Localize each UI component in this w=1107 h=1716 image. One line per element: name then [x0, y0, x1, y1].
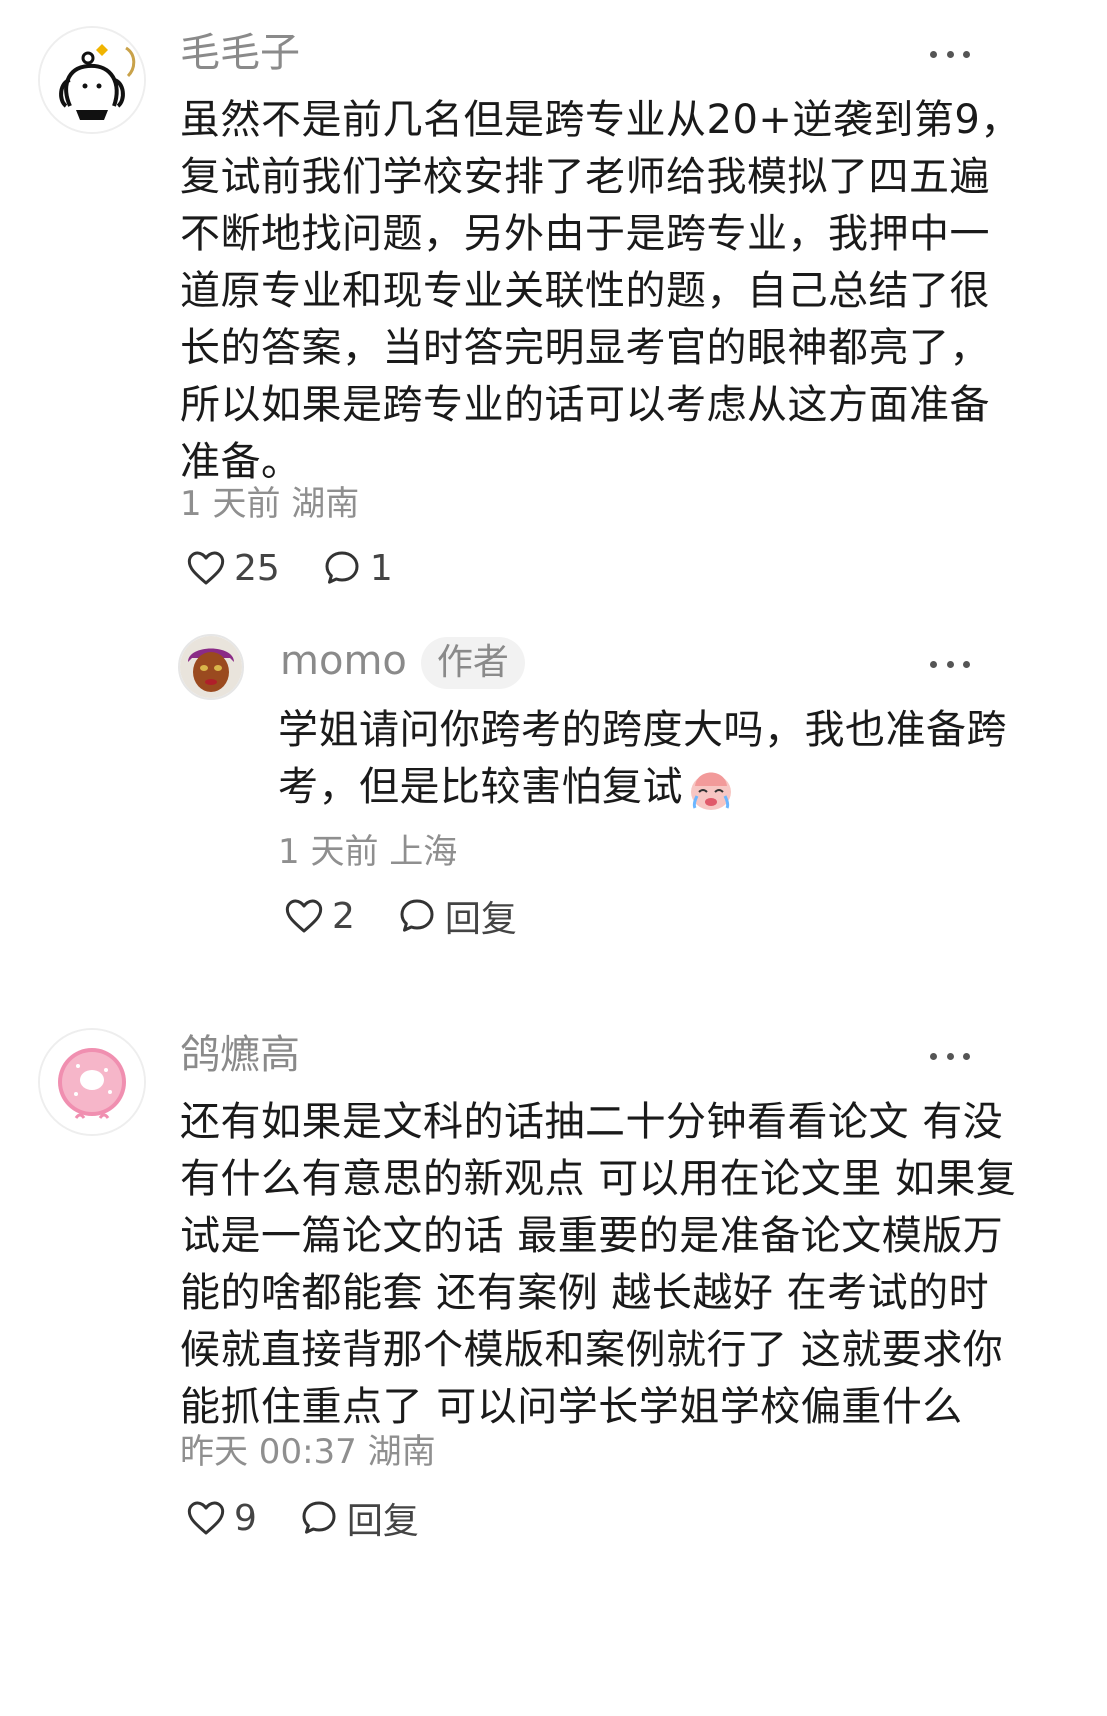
username-text: momo: [280, 638, 407, 684]
author-badge: 作者: [420, 637, 525, 689]
reply-button[interactable]: 回复: [397, 890, 517, 942]
heart-icon: [285, 899, 323, 933]
comment-actions: 2 回复: [284, 892, 559, 940]
avatar[interactable]: [178, 634, 244, 700]
comment-text-line: 学姐请问你跨考的跨度大吗，我也准备跨: [278, 707, 1007, 753]
like-button[interactable]: 9: [186, 1498, 257, 1539]
like-count: 2: [332, 895, 355, 937]
comment-text-line: 复试前我们学校安排了老师给我模拟了四五遍: [180, 154, 990, 200]
like-button[interactable]: 25: [186, 548, 280, 589]
username[interactable]: 毛毛子: [180, 28, 300, 78]
comment-text-line: 长的答案，当时答完明显考官的眼神都亮了，: [180, 325, 990, 371]
comment-text-line: 道原专业和现专业关联性的题，自己总结了很: [180, 268, 990, 314]
more-options-icon[interactable]: [930, 1050, 970, 1062]
comment-meta: 1 天前 上海: [278, 832, 458, 872]
comment-text-line: 还有如果是文科的话抽二十分钟看看论文 有没: [180, 1099, 1004, 1145]
cartoon-dog-avatar-icon: [40, 28, 144, 132]
reply-count: 1: [369, 547, 393, 589]
comment-text-line: 候就直接背那个模版和案例就行了 这就要求你: [180, 1327, 1004, 1373]
avatar[interactable]: [38, 26, 146, 134]
comment-actions: 25 1: [186, 544, 435, 592]
reply-label: 回复: [346, 1501, 419, 1542]
like-button[interactable]: 2: [284, 896, 355, 937]
username[interactable]: momo 作者: [280, 636, 525, 689]
comment-text-line: 考，但是比较害怕复试: [278, 759, 1007, 816]
more-options-icon[interactable]: [930, 658, 970, 670]
comment-text-line: 能抓住重点了 可以问学长学姐学校偏重什么: [180, 1384, 963, 1430]
more-options-icon[interactable]: [930, 48, 970, 60]
like-count: 25: [234, 547, 280, 589]
comment-text-span: 考，但是比较害怕复试: [278, 764, 683, 810]
pink-donut-avatar-icon: [40, 1030, 144, 1134]
portrait-avatar-icon: [180, 636, 242, 698]
comment-actions: 9 回复: [186, 1494, 461, 1542]
comment-text-line: 所以如果是跨专业的话可以考虑从这方面准备: [180, 382, 990, 428]
comment-text: 虽然不是前几名但是跨专业从20+逆袭到第9， 复试前我们学校安排了老师给我模拟了…: [180, 92, 1021, 491]
comment-meta: 1 天前 湖南: [180, 484, 360, 524]
reply-label: 回复: [444, 899, 517, 940]
comment-bubble-icon: [325, 551, 359, 584]
comment-bubble-icon: [400, 899, 434, 932]
like-count: 9: [234, 1497, 257, 1539]
comment-text-line: 虽然不是前几名但是跨专业从20+逆袭到第9，: [180, 97, 1021, 143]
comment-text-line: 试是一篇论文的话 最重要的是准备论文模版万: [180, 1213, 1004, 1259]
comment-bubble-icon: [302, 1501, 336, 1534]
comment-text-line: 有什么有意思的新观点 可以用在论文里 如果复: [180, 1156, 1017, 1202]
username[interactable]: 鸽爊高: [180, 1030, 300, 1080]
comment-text-line: 能的啥都能套 还有案例 越长越好 在考试的时: [180, 1270, 990, 1316]
avatar[interactable]: [38, 1028, 146, 1136]
reply-button[interactable]: 回复: [299, 1492, 419, 1544]
heart-icon: [187, 551, 225, 585]
comment-text-line: 不断地找问题，另外由于是跨专业，我押中一: [180, 211, 990, 257]
crying-face-emoji-icon: [691, 772, 731, 810]
heart-icon: [187, 1501, 225, 1535]
comment-meta: 昨天 00:37 湖南: [180, 1432, 436, 1472]
comment-text: 学姐请问你跨考的跨度大吗，我也准备跨 考，但是比较害怕复试: [278, 702, 1007, 816]
reply-button[interactable]: 1: [322, 548, 393, 589]
comment-text: 还有如果是文科的话抽二十分钟看看论文 有没 有什么有意思的新观点 可以用在论文里…: [180, 1094, 1016, 1436]
